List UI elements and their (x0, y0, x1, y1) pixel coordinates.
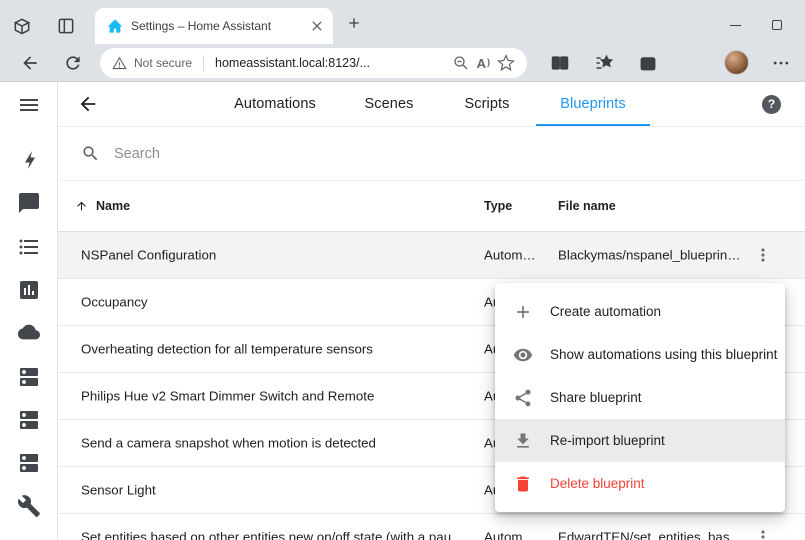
row-name: Sensor Light (81, 483, 156, 498)
row-type: Autom… (484, 530, 552, 540)
plus-icon (513, 302, 533, 322)
logbook-icon[interactable] (17, 235, 41, 259)
tab-scenes[interactable]: Scenes (365, 96, 414, 112)
read-aloud-icon[interactable]: A (477, 56, 490, 71)
address-divider (203, 55, 204, 71)
ha-sidebar (0, 82, 58, 540)
menu-item-share-blueprint[interactable]: Share blueprint (495, 376, 785, 419)
server-icon-2[interactable] (17, 408, 41, 432)
search-input[interactable] (114, 146, 414, 162)
split-screen-icon[interactable] (550, 53, 570, 73)
tab-close-icon[interactable] (309, 18, 325, 34)
back-icon[interactable] (20, 53, 40, 73)
column-header-type[interactable]: Type (484, 199, 512, 213)
menu-item-delete-blueprint[interactable]: Delete blueprint (495, 462, 785, 505)
menu-item-create-automation[interactable]: Create automation (495, 290, 785, 333)
history-chart-icon[interactable] (17, 278, 41, 302)
row-name: Philips Hue v2 Smart Dimmer Switch and R… (81, 389, 374, 404)
share-icon (513, 388, 533, 408)
row-name: Occupancy (81, 295, 148, 310)
server-icon-1[interactable] (17, 365, 41, 389)
eye-icon (513, 345, 533, 365)
row-type: Autom… (484, 248, 552, 263)
new-tab-icon[interactable] (346, 15, 362, 31)
tab-actions-icon[interactable] (56, 16, 76, 36)
download-icon (513, 431, 533, 451)
menu-item-label: Delete blueprint (550, 476, 645, 491)
menu-item-label: Show automations using this blueprint (550, 347, 777, 362)
tools-wrench-icon[interactable] (17, 494, 41, 518)
not-secure-warning-icon (112, 56, 127, 71)
browser-titlebar: Settings – Home Assistant (0, 0, 805, 44)
table-row[interactable]: NSPanel Configuration Autom… Blackymas/n… (58, 232, 805, 279)
collections-icon[interactable] (638, 53, 658, 73)
profile-avatar[interactable] (724, 50, 749, 75)
menu-item-label: Create automation (550, 304, 661, 319)
tab-blueprints[interactable]: Blueprints (560, 96, 625, 112)
favorites-hub-icon[interactable] (594, 53, 614, 73)
row-name: Overheating detection for all temperatur… (81, 342, 373, 357)
energy-icon[interactable] (17, 148, 41, 172)
tab-title: Settings – Home Assistant (131, 19, 301, 33)
menu-item-label: Share blueprint (550, 390, 642, 405)
row-name: Set entities based on other entities new… (81, 530, 471, 540)
server-icon-3[interactable] (17, 451, 41, 475)
menu-item-reimport-blueprint[interactable]: Re-import blueprint (495, 419, 785, 462)
column-header-name[interactable]: Name (96, 199, 130, 213)
zoom-out-icon[interactable] (452, 54, 470, 72)
row-overflow-icon[interactable] (753, 527, 773, 540)
maximize-icon[interactable] (772, 20, 782, 30)
browser-navbar: Not secure homeassistant.local:8123/... … (0, 44, 805, 82)
browser-tab[interactable]: Settings – Home Assistant (95, 8, 333, 44)
workspaces-icon[interactable] (12, 16, 32, 36)
cloud-icon[interactable] (17, 321, 41, 345)
home-assistant-favicon (107, 18, 123, 34)
chat-icon[interactable] (17, 191, 41, 215)
minimize-icon[interactable] (730, 25, 741, 26)
help-icon[interactable] (762, 95, 781, 114)
row-overflow-icon[interactable] (753, 245, 773, 265)
search-row (58, 127, 805, 181)
security-label[interactable]: Not secure (134, 56, 192, 70)
table-header: Name Type File name (58, 181, 805, 232)
tab-scripts[interactable]: Scripts (464, 96, 509, 112)
column-header-file[interactable]: File name (558, 199, 616, 213)
menu-item-show-automations[interactable]: Show automations using this blueprint (495, 333, 785, 376)
address-bar[interactable]: Not secure homeassistant.local:8123/... … (100, 48, 527, 78)
favorite-star-icon[interactable] (497, 54, 515, 72)
sort-arrow-icon[interactable] (75, 200, 88, 213)
ha-back-icon[interactable] (77, 93, 99, 115)
row-name: Send a camera snapshot when motion is de… (81, 436, 376, 451)
tab-automations[interactable]: Automations (234, 96, 316, 112)
row-file: Blackymas/nspanel_blueprin… (558, 248, 753, 263)
trash-icon (513, 474, 533, 494)
active-tab-underline (536, 124, 650, 127)
browser-window: Settings – Home Assistant Not secure hom… (0, 0, 805, 540)
home-assistant-app: Automations Scenes Scripts Blueprints Na… (0, 82, 805, 540)
table-row[interactable]: Set entities based on other entities new… (58, 514, 805, 540)
refresh-icon[interactable] (63, 53, 83, 73)
url-text[interactable]: homeassistant.local:8123/... (215, 56, 445, 70)
menu-hamburger-icon[interactable] (17, 93, 41, 117)
menu-item-label: Re-import blueprint (550, 433, 665, 448)
more-menu-icon[interactable] (771, 53, 791, 73)
blueprint-context-menu: Create automation Show automations using… (495, 283, 785, 512)
search-icon (81, 144, 100, 163)
ha-header: Automations Scenes Scripts Blueprints (58, 82, 805, 127)
row-name: NSPanel Configuration (81, 248, 216, 263)
row-file: EdwardTEN/set_entities_bas… (558, 530, 753, 540)
